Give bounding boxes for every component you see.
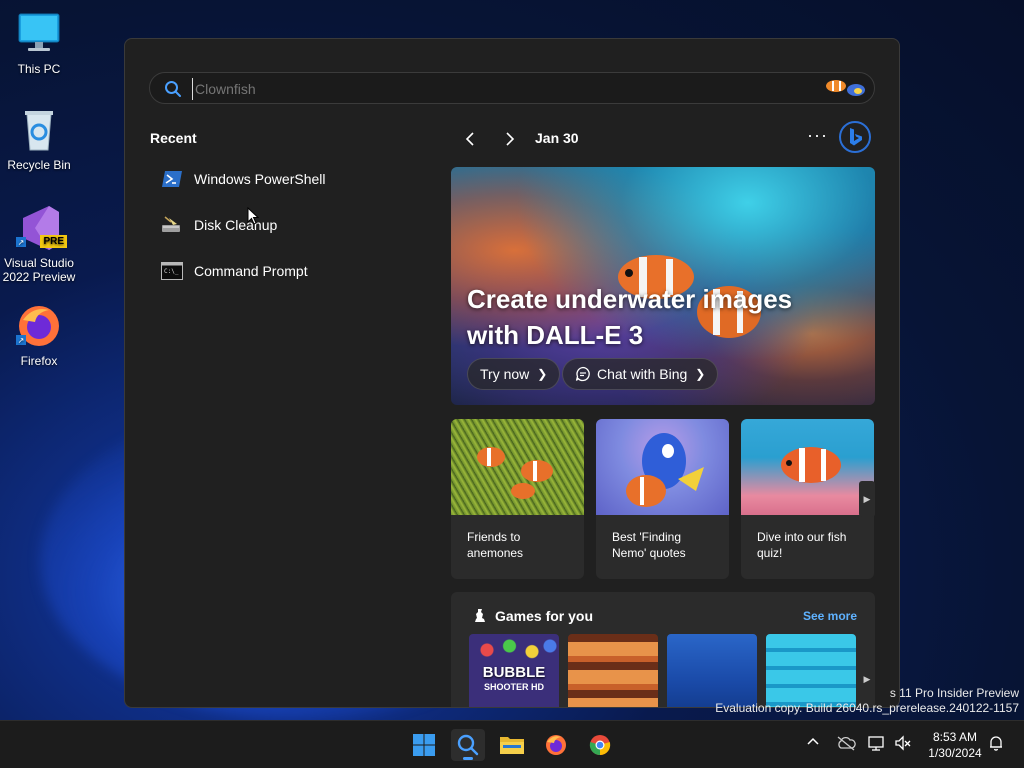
watermark-line: Evaluation copy. Build 26040.rs_prerelea… [715,701,1019,715]
card-title: anemones [467,546,524,560]
search-box[interactable] [149,72,875,104]
hero-card[interactable]: Create underwater images with DALL-E 3 T… [451,167,875,405]
desktop-icon-label: Recycle Bin [7,158,71,172]
next-arrow-icon[interactable] [499,129,519,149]
search-input[interactable] [192,78,812,100]
search-icon [457,734,479,756]
recent-item-label: Command Prompt [194,263,308,279]
clock-time: 8:53 AM [932,730,978,744]
mouse-cursor-icon [247,207,259,225]
news-card[interactable]: Friends to anemones [451,419,584,579]
highlights-date: Jan 30 [535,130,579,146]
evaluation-watermark: s 11 Pro Insider Preview Evaluation copy… [715,686,1019,716]
cards-scroll-right-icon[interactable]: ▶ [859,481,875,517]
desktop-icon-this-pc[interactable]: This PC [0,10,78,76]
recent-item-command-prompt[interactable]: C:\_ Command Prompt [160,258,308,284]
card-title: quiz! [757,546,783,560]
game-piece-icon [471,606,489,629]
svg-text:C:\_: C:\_ [164,268,179,275]
more-options-button[interactable]: ··· [807,125,828,146]
recent-heading: Recent [150,130,197,146]
firefox-icon [546,735,566,755]
visual-studio-icon: ↗ PRE [15,204,67,252]
monitor-icon [15,10,63,58]
news-card[interactable]: Best 'Finding Nemo' quotes [596,419,729,579]
chevron-right-icon: ❯ [695,367,706,381]
svg-text:↗: ↗ [18,336,25,345]
bing-icon[interactable] [839,121,871,153]
highlights-header: Jan 30 ··· [461,121,881,153]
desktop-icon-visual-studio[interactable]: ↗ PRE Visual Studio 2022 Preview [0,204,78,284]
start-button[interactable] [407,729,441,761]
chat-bubble-icon [575,366,591,382]
card-title: Nemo' quotes [612,546,686,560]
watermark-line: s 11 Pro Insider Preview [889,686,1019,700]
desktop-icon-label: Firefox [20,354,58,368]
desktop-icon-label: Visual Studio [4,256,74,270]
chrome-taskbar-button[interactable] [583,729,617,761]
game-tile-bubble-shooter[interactable]: BUBBLE SHOOTER HD [469,634,559,707]
svg-text:↗: ↗ [18,238,25,247]
game-subtitle: SHOOTER HD [483,682,544,692]
chat-with-bing-button[interactable]: Chat with Bing ❯ [562,358,719,390]
desktop-icon-firefox[interactable]: ↗ Firefox [0,302,78,368]
notification-bell-icon[interactable] [988,735,1004,756]
anemone-clownfish-image [451,419,584,515]
finding-nemo-image [596,419,729,515]
news-card[interactable]: Dive into our fish quiz! [741,419,874,579]
volume-muted-icon[interactable] [894,735,912,756]
clock-date: 1/30/2024 [928,746,982,760]
firefox-taskbar-button[interactable] [539,729,573,761]
onedrive-offline-icon[interactable] [836,735,856,756]
see-more-link[interactable]: See more [803,609,857,623]
disk-cleanup-icon [160,215,184,235]
search-panel: Recent Windows PowerShell Disk Cleanup [124,38,900,708]
hero-title: Create underwater images with DALL-E 3 [467,284,793,350]
desktop-icon-label: 2022 Preview [2,270,76,284]
chat-with-bing-label: Chat with Bing [597,366,688,382]
taskbar: 8:53 AM 1/30/2024 [0,720,1024,768]
recent-item-label: Windows PowerShell [194,171,326,187]
chrome-icon [589,735,611,756]
show-hidden-icons-chevron-icon[interactable] [806,735,820,754]
try-now-label: Try now [480,366,530,382]
firefox-icon: ↗ [15,302,63,350]
chevron-right-icon: ❯ [537,367,548,381]
clownfish-quiz-image [741,419,874,515]
card-title: Dive into our fish [757,530,847,544]
powershell-icon [160,169,184,189]
file-explorer-button[interactable] [495,729,529,761]
previous-arrow-icon[interactable] [461,129,481,149]
recent-item-disk-cleanup[interactable]: Disk Cleanup [160,212,277,238]
network-icon[interactable] [868,735,886,756]
game-tile[interactable] [568,634,658,707]
game-title: BUBBLE [482,664,546,681]
command-prompt-icon: C:\_ [160,261,184,281]
clownfish-highlight-icon [822,76,870,105]
card-title: Friends to [467,530,521,544]
games-title: Games for you [495,608,594,624]
desktop-icon-label: This PC [17,62,61,76]
try-now-button[interactable]: Try now ❯ [467,358,561,390]
recent-item-powershell[interactable]: Windows PowerShell [160,166,326,192]
pre-badge: PRE [40,235,67,248]
windows-logo-icon [413,734,435,756]
folder-icon [500,737,524,754]
search-icon [164,80,182,103]
recycle-bin-icon [15,106,63,154]
desktop-icon-recycle-bin[interactable]: Recycle Bin [0,106,78,172]
recent-item-label: Disk Cleanup [194,217,278,233]
taskbar-search-button[interactable] [451,729,485,761]
system-clock[interactable]: 8:53 AM 1/30/2024 [920,729,990,761]
card-title: Best 'Finding [612,530,681,544]
